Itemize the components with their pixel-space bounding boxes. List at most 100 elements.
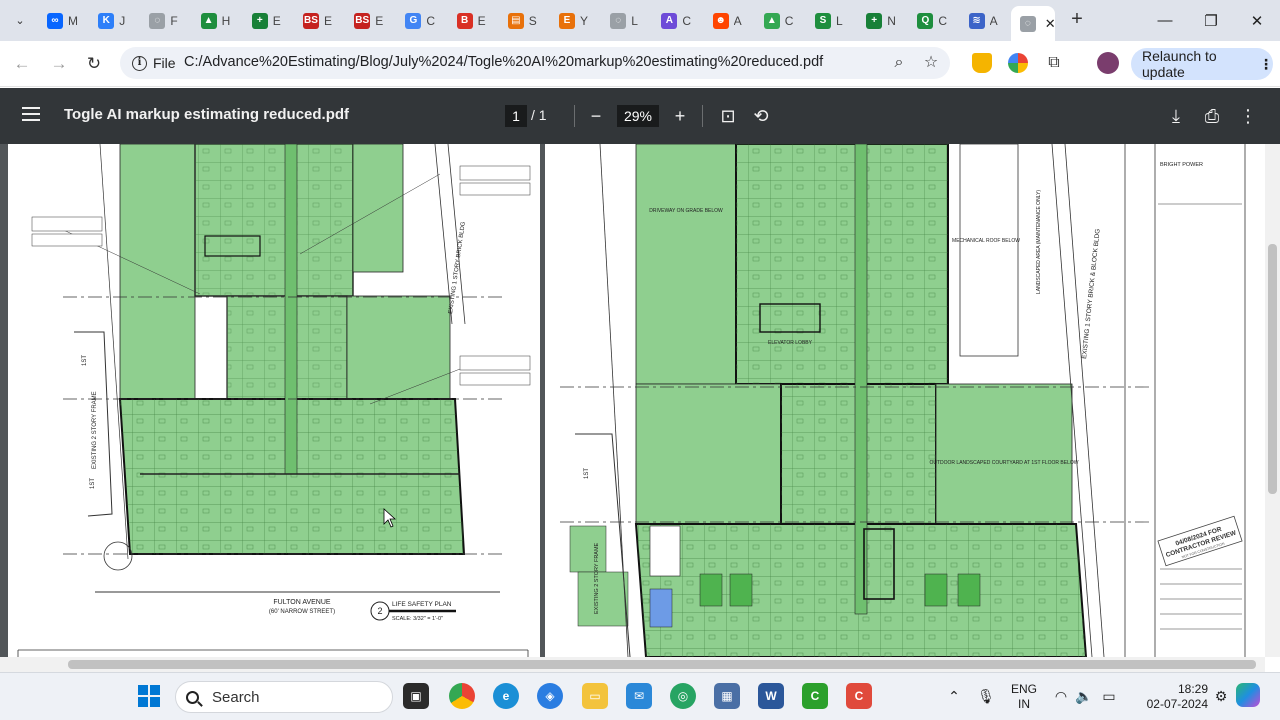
- browser-tab[interactable]: QC: [908, 6, 959, 35]
- close-window-button[interactable]: ✕: [1234, 0, 1280, 41]
- tab-title: N: [887, 13, 896, 28]
- pdf-title: Togle AI markup estimating reduced.pdf: [64, 106, 350, 123]
- relaunch-button[interactable]: Relaunch to update ⋮: [1131, 48, 1273, 80]
- tab-favicon-icon: BS: [303, 12, 319, 29]
- browser-tab[interactable]: ☻ A: [704, 6, 755, 35]
- horizontal-scroll-thumb[interactable]: [68, 660, 1256, 669]
- zoom-out-icon[interactable]: −: [584, 104, 608, 128]
- pdf-document-area[interactable]: FULTON AVENUE (60' NARROW STREET) 2 LIFE…: [0, 144, 1265, 657]
- browser-tab[interactable]: ▤ S: [499, 6, 550, 35]
- browser-tab[interactable]: ◌ F: [140, 6, 191, 35]
- extension-icon-yellow[interactable]: [972, 53, 992, 73]
- browser-tab[interactable]: EY: [550, 6, 601, 35]
- extension-icon-color[interactable]: [1008, 53, 1028, 73]
- tab-title: A: [989, 13, 998, 28]
- shield-taskbar-icon[interactable]: ◈: [537, 683, 563, 709]
- tab-favicon-icon: K: [98, 12, 115, 29]
- vertical-scrollbar[interactable]: [1265, 144, 1280, 657]
- tab-favicon-icon: ∞: [47, 12, 63, 29]
- browser-tab[interactable]: AC: [652, 6, 703, 35]
- microphone-icon[interactable]: 🎙: [977, 687, 995, 705]
- browser-tab[interactable]: + E: [243, 6, 294, 35]
- browser-tab[interactable]: GC: [396, 6, 447, 35]
- start-button[interactable]: [136, 683, 162, 709]
- tray-overflow-icon[interactable]: ⌃: [945, 687, 963, 705]
- language-indicator[interactable]: ENG IN: [1008, 682, 1040, 712]
- bookmark-star-icon[interactable]: ☆: [921, 53, 941, 73]
- horizontal-scrollbar[interactable]: [0, 657, 1265, 672]
- left-side-label: EXISTING 2 STORY FRAME: [92, 391, 98, 469]
- tab-title: Meta: [68, 13, 78, 28]
- browser-tab[interactable]: ◌ L: [601, 6, 652, 35]
- wifi-icon[interactable]: ◠: [1052, 687, 1070, 705]
- calculator-icon[interactable]: ▦: [714, 683, 740, 709]
- tab-title: A: [733, 13, 742, 28]
- tab-title: C: [938, 13, 948, 28]
- pdf-more-icon[interactable]: ⋮: [1236, 104, 1260, 128]
- zoom-in-icon[interactable]: +: [668, 104, 692, 128]
- browser-tab[interactable]: BS E: [294, 6, 345, 35]
- tab-title: L: [836, 13, 843, 28]
- browser-tab[interactable]: ◌1✕: [1010, 6, 1056, 41]
- forward-button[interactable]: →: [46, 51, 72, 77]
- extensions-puzzle-icon[interactable]: ⧉: [1044, 53, 1064, 73]
- right-side-label-2: EXISTING 2 STORY FRAME: [594, 542, 600, 614]
- browser-tab[interactable]: ≋ A: [960, 6, 1011, 35]
- browser-tab[interactable]: BS E: [345, 6, 396, 35]
- browser-tab[interactable]: SL: [806, 6, 857, 35]
- tab-title: F: [170, 13, 178, 28]
- zoom-icon[interactable]: ⌕: [889, 53, 909, 73]
- edge-taskbar-icon[interactable]: e: [493, 683, 519, 709]
- restore-button[interactable]: ❐: [1188, 0, 1234, 41]
- word-icon[interactable]: W: [758, 683, 784, 709]
- tab-title: L: [631, 13, 638, 28]
- chrome-taskbar-icon[interactable]: [449, 683, 475, 709]
- tab-title: E: [324, 13, 333, 28]
- browser-tab[interactable]: ∞ Meta: [38, 6, 89, 35]
- tab-favicon-icon: A: [661, 12, 678, 29]
- reload-button[interactable]: ↻: [81, 51, 107, 77]
- browser-tab[interactable]: KJ: [89, 6, 140, 35]
- fit-page-icon[interactable]: ⊡: [716, 104, 740, 128]
- new-tab-button[interactable]: +: [1066, 9, 1088, 31]
- profile-avatar[interactable]: [1097, 52, 1119, 74]
- browser-tab[interactable]: + N: [857, 6, 908, 35]
- site-info-chip[interactable]: i File: [126, 51, 182, 75]
- copilot-icon[interactable]: [1236, 683, 1260, 707]
- file-explorer-icon[interactable]: ▭: [582, 683, 608, 709]
- zoom-level-input[interactable]: 29%: [617, 105, 659, 127]
- browser-tab[interactable]: ▲ H: [192, 6, 243, 35]
- close-tab-icon[interactable]: ✕: [1045, 16, 1056, 32]
- browser-toolbar: ← → ↻ i File C:/Advance%20Estimating/Blo…: [0, 41, 1280, 87]
- vpn-taskbar-icon[interactable]: ◎: [670, 683, 696, 709]
- browser-tab[interactable]: BE: [448, 6, 499, 35]
- tab-favicon-icon: ◌: [610, 12, 627, 29]
- plan-number: 2: [377, 606, 382, 616]
- url-text[interactable]: C:/Advance%20Estimating/Blog/July%2024/T…: [184, 54, 823, 70]
- minimize-button[interactable]: —: [1142, 0, 1188, 41]
- tab-search-button[interactable]: ⌄: [8, 8, 32, 32]
- vertical-scroll-thumb[interactable]: [1268, 244, 1277, 494]
- notification-icon[interactable]: ⚙: [1212, 687, 1230, 705]
- tab-favicon-icon: ▲: [200, 12, 217, 29]
- battery-icon[interactable]: ▭: [1100, 687, 1118, 705]
- language-line-1: ENG: [1010, 682, 1037, 696]
- tab-favicon-icon: ☻: [712, 12, 729, 29]
- app-red-icon[interactable]: C: [846, 683, 872, 709]
- volume-icon[interactable]: 🔈: [1075, 687, 1093, 705]
- courtyard-note: OUTDOOR LANDSCAPED COURTYARD AT 1ST FLOO…: [929, 460, 1078, 466]
- tab-favicon-icon: ▤: [507, 12, 524, 29]
- browser-tab[interactable]: ▲ C: [755, 6, 806, 35]
- app-green-icon[interactable]: C: [802, 683, 828, 709]
- print-icon[interactable]: ⎙: [1200, 104, 1224, 128]
- task-view-icon[interactable]: ▣: [403, 683, 429, 709]
- back-button[interactable]: ←: [9, 51, 35, 77]
- rotate-icon[interactable]: ⟲: [749, 104, 773, 128]
- chat-taskbar-icon[interactable]: ✉: [626, 683, 652, 709]
- taskbar-search[interactable]: Search: [175, 681, 393, 713]
- address-bar[interactable]: i File C:/Advance%20Estimating/Blog/July…: [120, 47, 950, 79]
- download-icon[interactable]: ⤓: [1164, 104, 1188, 128]
- clock[interactable]: 18:29 02-07-2024: [1128, 682, 1208, 712]
- sidebar-menu-icon[interactable]: [22, 107, 40, 121]
- page-number-input[interactable]: 1: [505, 105, 527, 127]
